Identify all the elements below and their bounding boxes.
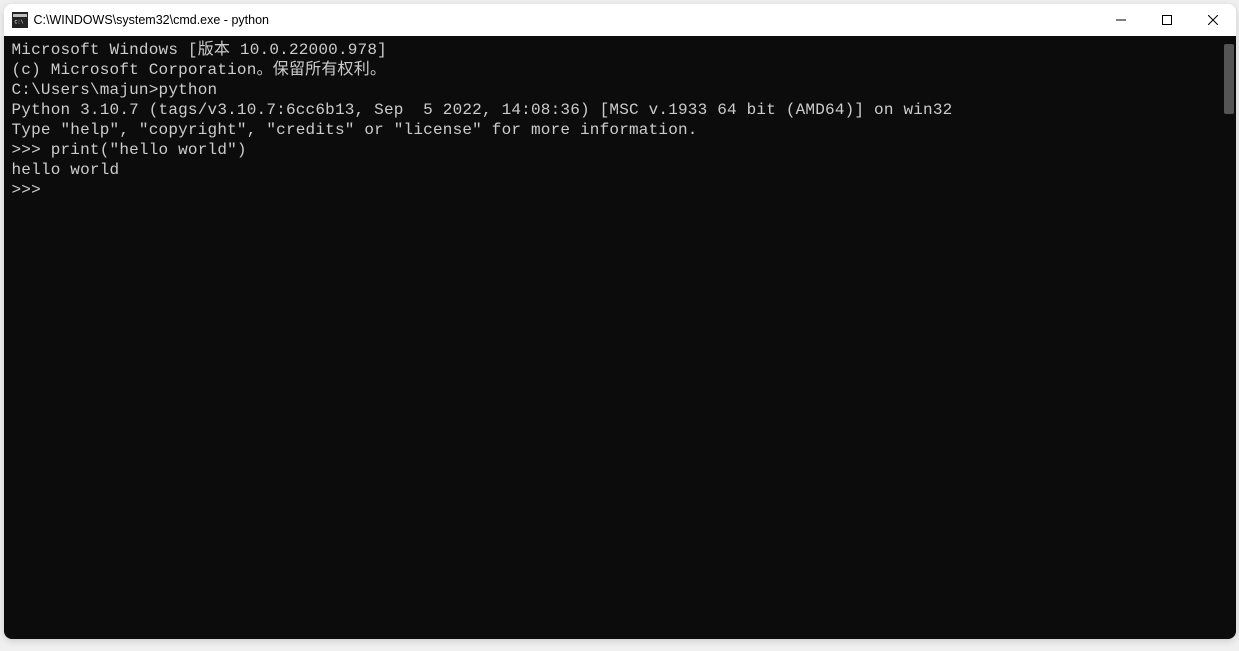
cmd-window: C:\ C:\WINDOWS\system32\cmd.exe - python… xyxy=(4,4,1236,639)
terminal-line: Type "help", "copyright", "credits" or "… xyxy=(12,120,1234,140)
terminal-line: >>> xyxy=(12,180,1234,200)
window-title: C:\WINDOWS\system32\cmd.exe - python xyxy=(34,13,1098,27)
terminal-line: >>> print("hello world") xyxy=(12,140,1234,160)
svg-text:C:\: C:\ xyxy=(14,20,23,26)
terminal-line: Python 3.10.7 (tags/v3.10.7:6cc6b13, Sep… xyxy=(12,100,1234,120)
maximize-button[interactable] xyxy=(1144,4,1190,36)
titlebar[interactable]: C:\ C:\WINDOWS\system32\cmd.exe - python xyxy=(4,4,1236,36)
window-controls xyxy=(1098,4,1236,36)
scrollbar-thumb[interactable] xyxy=(1224,44,1234,114)
terminal-line: Microsoft Windows [版本 10.0.22000.978] xyxy=(12,40,1234,60)
terminal-line: C:\Users\majun>python xyxy=(12,80,1234,100)
terminal-content: Microsoft Windows [版本 10.0.22000.978](c)… xyxy=(4,36,1236,202)
terminal-line: hello world xyxy=(12,160,1234,180)
minimize-button[interactable] xyxy=(1098,4,1144,36)
cmd-icon: C:\ xyxy=(12,12,28,28)
terminal-area[interactable]: Microsoft Windows [版本 10.0.22000.978](c)… xyxy=(4,36,1236,639)
terminal-line: (c) Microsoft Corporation。保留所有权利。 xyxy=(12,60,1234,80)
close-button[interactable] xyxy=(1190,4,1236,36)
